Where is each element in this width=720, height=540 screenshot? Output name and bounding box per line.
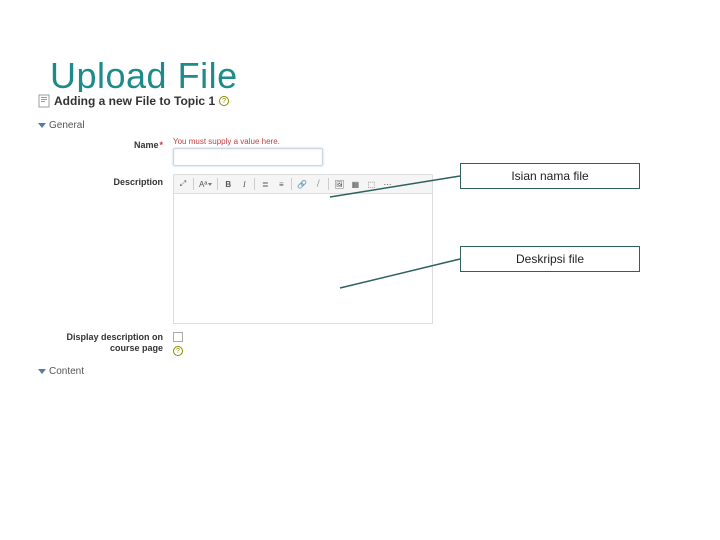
- chevron-down-icon: [208, 183, 212, 186]
- required-star-icon: *: [159, 140, 163, 150]
- section-label-content: Content: [49, 366, 84, 377]
- section-label-general: General: [49, 120, 85, 131]
- description-label: Description: [38, 174, 173, 324]
- field-row-name: Name* You must supply a value here.: [38, 137, 453, 166]
- file-icon: [38, 94, 50, 108]
- toolbar-separator: [254, 178, 255, 190]
- toolbar-unlink-icon[interactable]: ⧸: [311, 177, 325, 191]
- form-title: Adding a new File to Topic 1: [54, 94, 215, 108]
- field-row-display-on-course: Display description on course page ?: [38, 332, 453, 356]
- toolbar-separator: [217, 178, 218, 190]
- editor-toolbar: ⤢ Aª B I ≣ ≡ 🔗 ⧸ 🖼 ▦ ⬚ ⋯: [173, 174, 433, 194]
- display-on-course-checkbox[interactable]: [173, 332, 183, 342]
- field-row-description: Description ⤢ Aª B I ≣ ≡ 🔗 ⧸ 🖼 ▦ ⬚ ⋯: [38, 174, 453, 324]
- toolbar-more-icon[interactable]: ⋯: [380, 177, 394, 191]
- display-on-course-label: Display description on course page: [38, 332, 173, 356]
- name-input[interactable]: [173, 148, 323, 166]
- toolbar-bullet-list-icon[interactable]: ≣: [258, 177, 272, 191]
- toolbar-expand-icon[interactable]: ⤢: [176, 177, 190, 191]
- toolbar-number-list-icon[interactable]: ≡: [274, 177, 288, 191]
- slide-title: Upload File: [50, 55, 238, 97]
- toolbar-image-icon[interactable]: 🖼: [332, 177, 346, 191]
- section-toggle-general[interactable]: General: [38, 120, 453, 131]
- toolbar-separator: [328, 178, 329, 190]
- chevron-down-icon: [38, 369, 46, 374]
- help-icon[interactable]: ?: [173, 346, 183, 356]
- name-validation-message: You must supply a value here.: [173, 137, 453, 146]
- toolbar-bold-button[interactable]: B: [221, 177, 235, 191]
- annotation-name-field: Isian nama file: [460, 163, 640, 189]
- toolbar-separator: [193, 178, 194, 190]
- help-icon[interactable]: ?: [219, 96, 229, 106]
- description-editor[interactable]: [173, 194, 433, 324]
- annotation-description-field: Deskripsi file: [460, 246, 640, 272]
- toolbar-link-icon[interactable]: 🔗: [295, 177, 309, 191]
- form-header: Adding a new File to Topic 1 ?: [38, 92, 453, 114]
- toolbar-paragraph-dropdown[interactable]: Aª: [197, 177, 214, 191]
- toolbar-object-icon[interactable]: ⬚: [364, 177, 378, 191]
- toolbar-separator: [291, 178, 292, 190]
- toolbar-italic-button[interactable]: I: [237, 177, 251, 191]
- section-toggle-content[interactable]: Content: [38, 366, 453, 377]
- toolbar-media-icon[interactable]: ▦: [348, 177, 362, 191]
- name-label: Name*: [38, 137, 173, 166]
- moodle-form-panel: Adding a new File to Topic 1 ? General N…: [38, 92, 453, 412]
- chevron-down-icon: [38, 123, 46, 128]
